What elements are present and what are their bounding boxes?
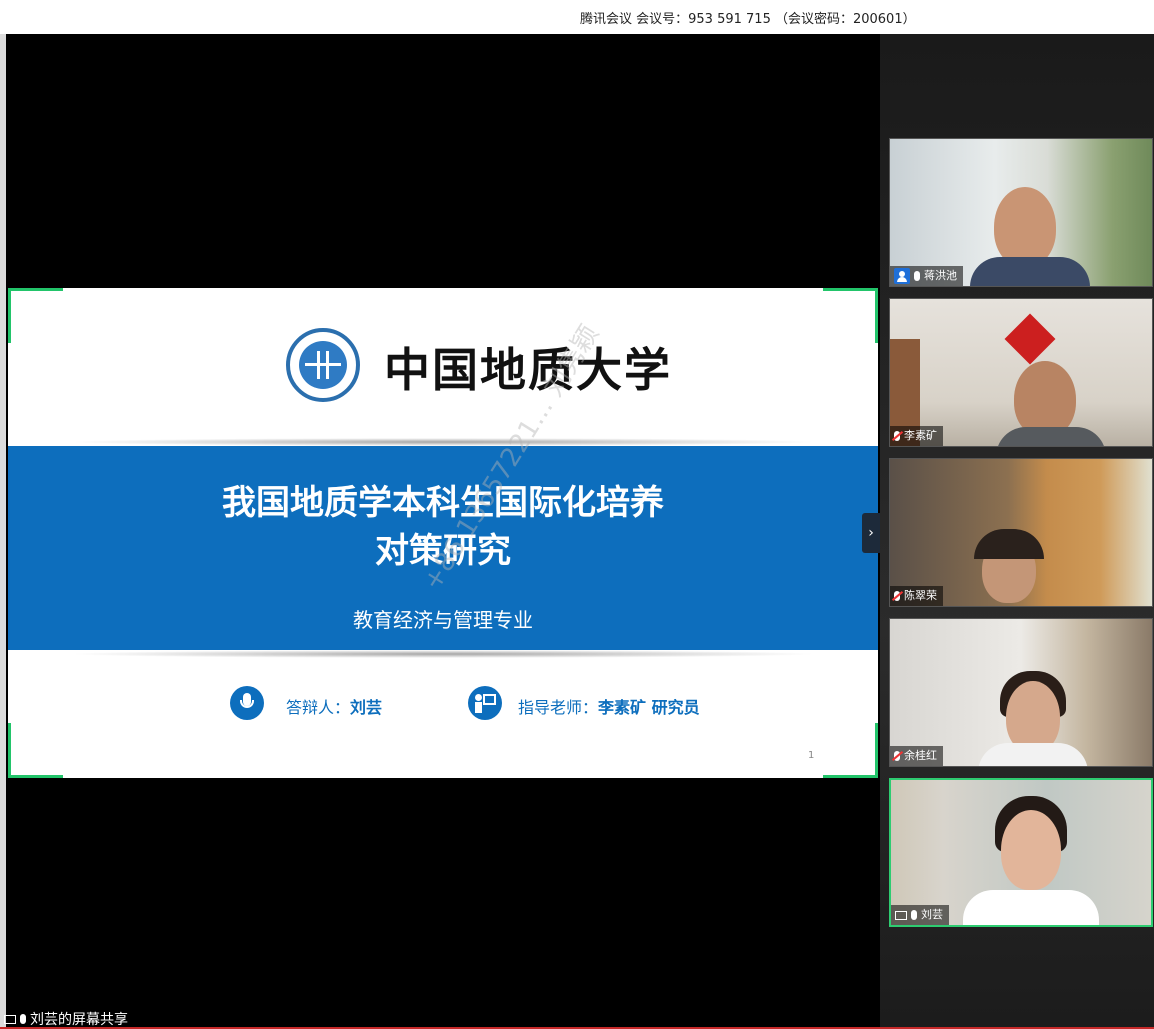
advisor-name: 李素矿 研究员 <box>598 698 700 717</box>
slide-page-number: 1 <box>808 750 815 761</box>
screen-share-icon <box>4 1014 16 1024</box>
participant-name: 刘芸 <box>921 908 943 921</box>
participant-name-tag: 余桂红 <box>890 746 943 766</box>
screen-share-text: 刘芸的屏幕共享 <box>30 1012 128 1028</box>
participant-video-tile[interactable]: 李素矿 <box>889 298 1153 447</box>
slide-title-line1: 我国地质学本科生国际化培养 <box>222 483 664 523</box>
participant-name: 李素矿 <box>904 429 937 442</box>
user-icon <box>894 268 910 284</box>
participant-face <box>1001 810 1061 890</box>
title-bar: 腾讯会议 会议号：953 591 715 （会议密码：200601） <box>0 0 1154 34</box>
presenter-row: 答辩人：刘芸 指导老师：李素矿 研究员 <box>8 686 878 726</box>
participant-name-tag: 蒋洪池 <box>890 266 963 286</box>
share-corner-marker <box>823 723 878 778</box>
defender-label: 答辩人： <box>286 698 351 717</box>
mic-muted-icon <box>894 591 900 601</box>
band-shadow <box>68 650 818 658</box>
participant-name-tag: 刘芸 <box>891 905 949 925</box>
mic-muted-icon <box>894 431 900 441</box>
participant-name: 陈翠荣 <box>904 589 937 602</box>
participant-video-tile[interactable]: 陈翠荣 <box>889 458 1153 607</box>
mic-icon <box>914 271 920 281</box>
advisor-label: 指导老师： <box>518 698 599 717</box>
share-corner-marker <box>8 288 63 343</box>
collapse-panel-button[interactable]: › <box>862 513 880 553</box>
slide-subtitle: 教育经济与管理专业 <box>353 608 533 632</box>
shared-slide: 中国地质大学 我国地质学本科生国际化培养 对策研究 教育经济与管理专业 答辩人：… <box>8 288 878 778</box>
chevron-right-icon: › <box>868 525 874 541</box>
microphone-icon <box>230 686 264 720</box>
participant-name: 余桂红 <box>904 749 937 762</box>
defender-info: 答辩人：刘芸 <box>286 694 382 718</box>
mic-icon <box>911 910 917 920</box>
participant-name: 蒋洪池 <box>924 269 957 282</box>
participant-body <box>978 743 1088 766</box>
advisor-info: 指导老师：李素矿 研究员 <box>518 694 700 718</box>
mic-icon <box>20 1014 26 1024</box>
band-shadow <box>68 438 818 446</box>
screen-share-icon <box>895 910 907 920</box>
participant-face <box>1014 361 1076 437</box>
mic-muted-icon <box>894 751 900 761</box>
teacher-icon <box>468 686 502 720</box>
participant-face <box>994 187 1056 267</box>
participant-name-tag: 李素矿 <box>890 426 943 446</box>
screen-share-status: 刘芸的屏幕共享 <box>4 1009 128 1029</box>
participant-body <box>963 890 1099 925</box>
defender-name: 刘芸 <box>350 698 383 717</box>
university-seal-logo <box>286 328 360 402</box>
participant-video-tile-active[interactable]: 刘芸 <box>889 778 1153 927</box>
participant-body <box>970 257 1090 286</box>
participant-name-tag: 陈翠荣 <box>890 586 943 606</box>
share-corner-marker <box>8 723 63 778</box>
participant-body <box>996 427 1106 446</box>
participant-video-tile[interactable]: 蒋洪池 <box>889 138 1153 287</box>
share-corner-marker <box>823 288 878 343</box>
participant-video-tile[interactable]: 余桂红 <box>889 618 1153 767</box>
meeting-title: 腾讯会议 会议号：953 591 715 （会议密码：200601） <box>580 12 916 27</box>
